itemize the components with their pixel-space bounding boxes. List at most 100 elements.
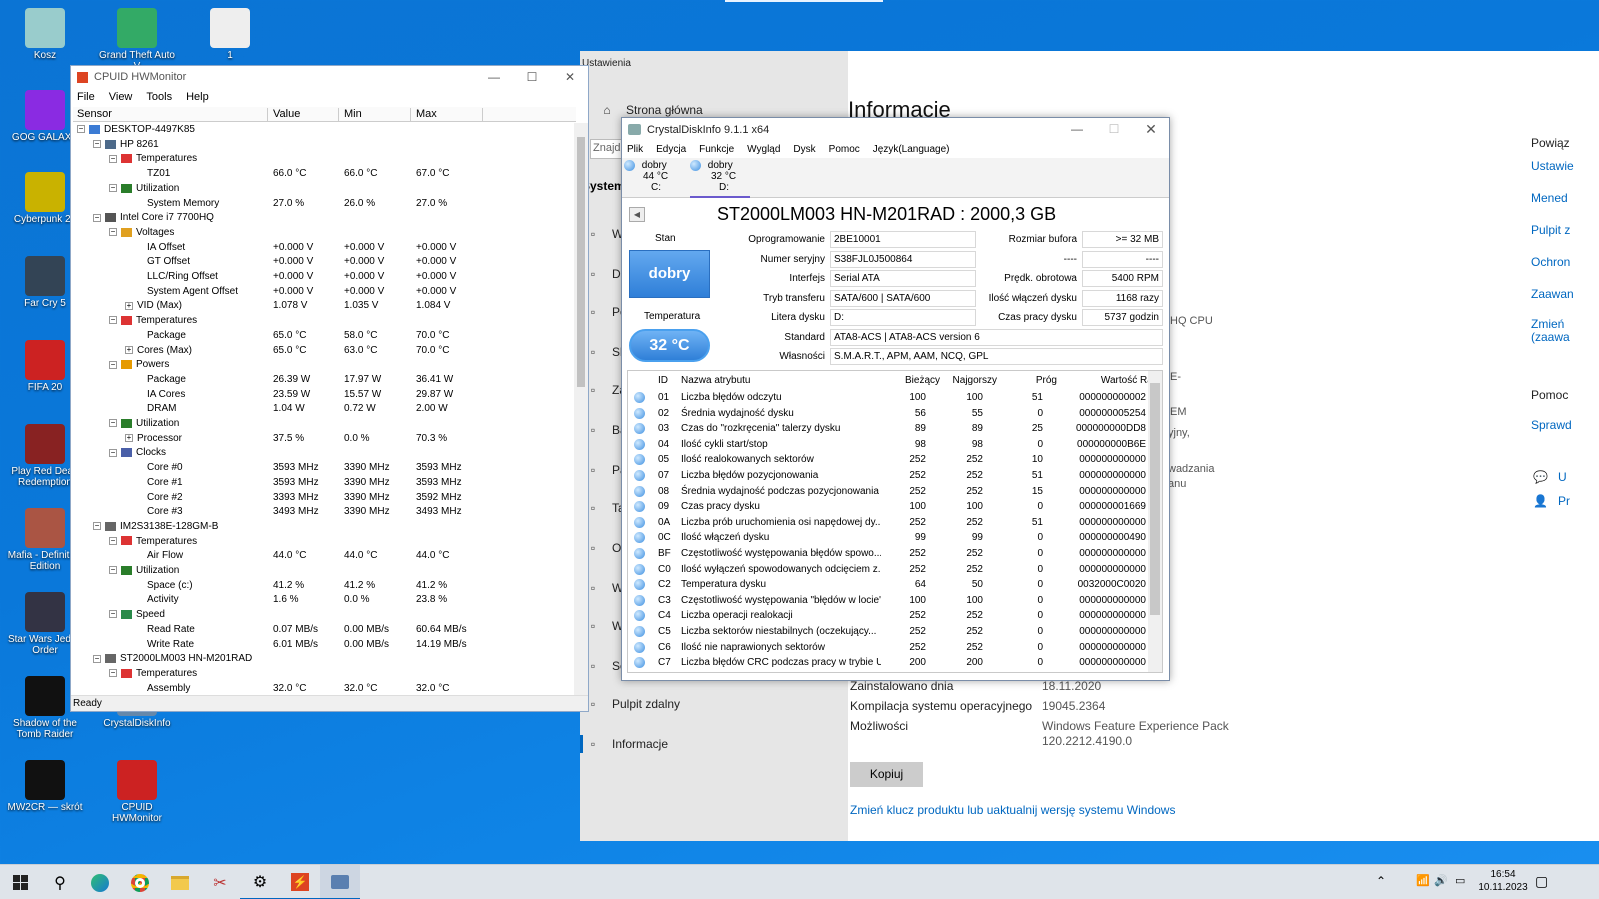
sidebar-item[interactable]: ▫ Informacje [586, 737, 668, 751]
expander-icon[interactable]: − [109, 448, 117, 457]
crystaldiskinfo-taskbar-icon[interactable] [320, 865, 360, 899]
attr-row[interactable]: 09 Czas pracy dysku 100 100 0 000000001669 [628, 499, 1148, 515]
attr-row[interactable]: 05 Ilość realokowanych sektorów 252 252 10 00… [628, 452, 1148, 468]
related-link[interactable]: Zaawan [1531, 288, 1599, 301]
desktop-icon[interactable]: CPUID HWMonitor [97, 760, 177, 824]
tree-row[interactable]: Assembly 32.0 °C 32.0 °C 32.0 °C [73, 682, 576, 696]
tree-row[interactable]: − Temperatures [73, 535, 576, 550]
menu-item[interactable]: Wygląd [747, 144, 780, 155]
hwmonitor-scrollbar[interactable] [574, 123, 588, 696]
col-sensor[interactable]: Sensor [77, 108, 112, 120]
expander-icon[interactable]: − [93, 140, 101, 149]
tree-row[interactable]: − Voltages [73, 226, 576, 241]
tree-row[interactable]: + Cores (Max) 65.0 °C 63.0 °C 70.0 °C [73, 344, 576, 359]
hwmonitor-titlebar[interactable]: CPUID HWMonitor — ☐ ✕ [71, 66, 588, 88]
tray-chevron-icon[interactable]: ⌃ [1376, 874, 1386, 888]
desktop-icon[interactable]: Kosz [5, 8, 85, 61]
attr-row[interactable]: BF Częstotliwość występowania błędów spow… [628, 546, 1148, 562]
tree-row[interactable]: Space (c:) 41.2 % 41.2 % 41.2 % [73, 579, 576, 594]
help-item[interactable]: Sprawd [1531, 418, 1572, 432]
attr-row[interactable]: 04 Ilość cykli start/stop 98 98 0 000000000B6… [628, 437, 1148, 453]
expander-icon[interactable]: − [109, 610, 117, 619]
tree-row[interactable]: Core #2 3393 MHz 3390 MHz 3592 MHz [73, 491, 576, 506]
expander-icon[interactable]: − [109, 184, 117, 193]
tree-row[interactable]: − Utilization [73, 564, 576, 579]
close-button[interactable]: ✕ [1133, 118, 1169, 140]
settings-gear-icon[interactable]: ⚙ [240, 865, 280, 899]
sidebar-item[interactable]: ▫ Ta [586, 501, 625, 515]
expander-icon[interactable]: − [109, 360, 117, 369]
network-icon[interactable]: 📶 [1416, 874, 1430, 887]
menu-item[interactable]: Edycja [656, 144, 686, 155]
drive-tab-d[interactable]: dobry 32 °C D: [690, 160, 750, 198]
attr-row[interactable]: C0 Ilość wyłączeń spowodowanych odcięciem… [628, 562, 1148, 578]
desktop-icon[interactable]: MW2CR — skrót [5, 760, 85, 813]
tree-row[interactable]: − Utilization [73, 182, 576, 197]
attr-row[interactable]: 08 Średnia wydajność podczas pozycjonowan… [628, 484, 1148, 500]
tree-row[interactable]: + Processor 37.5 % 0.0 % 70.3 % [73, 432, 576, 447]
attr-row[interactable]: C6 Ilość nie naprawionych sektorów 252 252 0… [628, 640, 1148, 656]
col-max[interactable]: Max [416, 108, 437, 120]
attr-row[interactable]: 0C Ilość włączeń dysku 99 99 0 000000000490 [628, 530, 1148, 546]
crystal-titlebar[interactable]: CrystalDiskInfo 9.1.1 x64 — ☐ ✕ [622, 118, 1169, 141]
clock[interactable]: 16:54 10.11.2023 [1478, 868, 1528, 894]
notification-center-icon[interactable]: ▢ [1535, 873, 1548, 890]
copy-button[interactable]: Kopiuj [850, 762, 923, 787]
expander-icon[interactable]: − [109, 228, 117, 237]
menu-item[interactable]: Help [186, 91, 209, 103]
search-icon[interactable]: ⚲ [40, 865, 80, 899]
attr-row[interactable]: C3 Częstotliwość występowania "błędów w l… [628, 593, 1148, 609]
desktop-icon[interactable]: Grand Theft Auto V [97, 8, 177, 72]
menu-item[interactable]: Dysk [793, 144, 815, 155]
maximize-button[interactable]: ☐ [514, 66, 550, 88]
expander-icon[interactable]: − [109, 536, 117, 545]
tree-row[interactable]: IA Offset +0.000 V +0.000 V +0.000 V [73, 241, 576, 256]
menu-item[interactable]: Plik [627, 144, 643, 155]
expander-icon[interactable]: − [109, 419, 117, 428]
menu-item[interactable]: Tools [146, 91, 172, 103]
maximize-button[interactable]: ☐ [1096, 118, 1132, 140]
tree-row[interactable]: − Powers [73, 358, 576, 373]
tree-row[interactable]: Package 26.39 W 17.97 W 36.41 W [73, 373, 576, 388]
tree-row[interactable]: − DESKTOP-4497K85 [73, 123, 576, 138]
attr-scrollbar[interactable] [1148, 371, 1162, 672]
battery-icon[interactable]: ▭ [1455, 874, 1465, 887]
start-button[interactable] [0, 865, 40, 899]
hwmonitor-taskbar-icon[interactable]: ⚡ [280, 865, 320, 899]
sidebar-item[interactable]: ▫ Wi [586, 619, 626, 633]
expander-icon[interactable]: + [125, 301, 133, 310]
minimize-button[interactable]: — [1059, 118, 1095, 140]
tree-row[interactable]: LLC/Ring Offset +0.000 V +0.000 V +0.000 V [73, 270, 576, 285]
menu-item[interactable]: Język(Language) [873, 144, 950, 155]
attr-row[interactable]: C5 Liczba sektorów niestabilnych (oczekuj… [628, 624, 1148, 640]
related-link[interactable]: Ustawie [1531, 160, 1599, 173]
tree-row[interactable]: Read Rate 0.07 MB/s 0.00 MB/s 60.64 MB/s [73, 623, 576, 638]
tree-row[interactable]: Write Rate 6.01 MB/s 0.00 MB/s 14.19 MB/s [73, 638, 576, 653]
tree-row[interactable]: − Intel Core i7 7700HQ [73, 211, 576, 226]
tree-row[interactable]: Activity 1.6 % 0.0 % 23.8 % [73, 593, 576, 608]
drive-tab-c[interactable]: dobry 44 °C C: [624, 160, 684, 193]
product-key-link[interactable]: Zmień klucz produktu lub uaktualnij wers… [850, 803, 1175, 817]
expander-icon[interactable]: − [109, 669, 117, 678]
snip-tool-icon[interactable]: ✂ [200, 865, 240, 899]
expander-icon[interactable]: + [125, 345, 133, 354]
tree-row[interactable]: Core #0 3593 MHz 3390 MHz 3593 MHz [73, 461, 576, 476]
sidebar-home[interactable]: ⌂ Strona główna [600, 103, 702, 117]
menu-item[interactable]: File [77, 91, 95, 103]
expander-icon[interactable]: − [93, 213, 101, 222]
close-button[interactable]: ✕ [552, 66, 588, 88]
tree-row[interactable]: Air Flow 44.0 °C 44.0 °C 44.0 °C [73, 549, 576, 564]
attr-scroll-thumb[interactable] [1150, 383, 1160, 615]
chrome-icon[interactable] [120, 865, 160, 899]
tree-row[interactable]: + VID (Max) 1.078 V 1.035 V 1.084 V [73, 299, 576, 314]
edge-icon[interactable] [80, 865, 120, 899]
sidebar-item[interactable]: ▫ Sk [586, 345, 626, 359]
prev-drive-button[interactable]: ◀ [629, 207, 645, 222]
tree-row[interactable]: − ST2000LM003 HN-M201RAD [73, 652, 576, 667]
scroll-thumb[interactable] [577, 137, 585, 387]
expander-icon[interactable]: + [125, 434, 133, 443]
minimize-button[interactable]: — [476, 66, 512, 88]
menu-item[interactable]: Funkcje [699, 144, 734, 155]
tree-row[interactable]: DRAM 1.04 W 0.72 W 2.00 W [73, 402, 576, 417]
volume-icon[interactable]: 🔊 [1434, 874, 1448, 887]
